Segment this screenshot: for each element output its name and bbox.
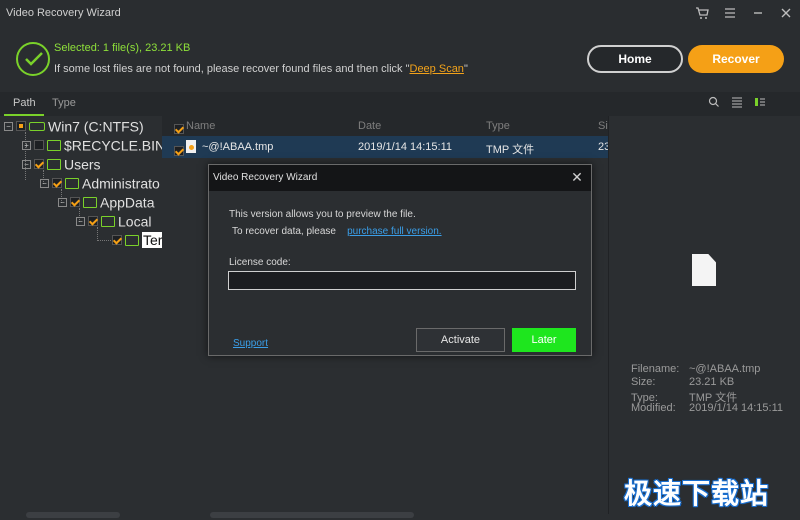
view-tabs-bar: Path Type (0, 92, 800, 116)
column-date[interactable]: Date (358, 120, 381, 132)
window-title: Video Recovery Wizard (6, 7, 121, 19)
watermark-text: 极速下载站 (624, 477, 770, 510)
close-icon[interactable] (778, 6, 794, 22)
tree-checkbox[interactable] (88, 216, 98, 227)
later-button[interactable]: Later (512, 328, 576, 352)
recover-button[interactable]: Recover (688, 45, 784, 73)
tree-checkbox[interactable] (34, 159, 44, 170)
tree-item-label: $RECYCLE.BIN (64, 137, 162, 154)
tree-item-temp[interactable]: Ter (112, 231, 162, 249)
recover-notice: To recover data, please purchase full ve… (232, 226, 442, 237)
tree-item-administrator[interactable]: − Administrato (40, 174, 160, 192)
tree-item-drive[interactable]: − Win7 (C:NTFS) (4, 117, 144, 135)
expand-icon[interactable]: + (22, 140, 31, 150)
support-link[interactable]: Support (233, 338, 268, 349)
tree-checkbox[interactable] (52, 178, 62, 189)
meta-size: Size: 23.21 KB (631, 376, 735, 388)
collapse-icon[interactable]: − (58, 197, 67, 207)
tree-checkbox[interactable] (70, 197, 80, 208)
collapse-icon[interactable]: − (76, 216, 85, 226)
minimize-icon[interactable] (750, 6, 766, 22)
select-all-checkbox[interactable] (174, 124, 184, 134)
cell-date: 2019/1/14 14:15:11 (358, 141, 452, 153)
tree-checkbox[interactable] (34, 140, 44, 151)
meta-modified: Modified: 2019/1/14 14:15:11 (631, 402, 783, 414)
preview-panel: Filename: ~@!ABAA.tmp Size: 23.21 KB Type:… (608, 116, 800, 514)
drive-icon (29, 121, 45, 131)
menu-icon[interactable] (722, 6, 738, 22)
folder-tree: − Win7 (C:NTFS) + $RECYCLE.BIN − Users − Adm… (0, 116, 162, 514)
tree-item-label: Local (118, 213, 152, 230)
folder-icon (83, 196, 97, 208)
tree-checkbox[interactable] (16, 121, 26, 132)
tree-checkbox[interactable] (112, 235, 122, 246)
file-preview-icon (692, 254, 716, 286)
tree-item-label: Administrato (82, 175, 160, 192)
tab-type[interactable]: Type (52, 97, 76, 109)
detail-view-icon[interactable] (753, 96, 767, 110)
meta-filename: Filename: ~@!ABAA.tmp (631, 363, 761, 375)
hint-suffix: " (463, 63, 468, 75)
title-bar: Video Recovery Wizard (0, 0, 800, 28)
dialog-title-bar: Video Recovery Wizard ✕ (209, 165, 591, 191)
recover-notice-text: To recover data, please (232, 226, 336, 237)
tree-scrollbar[interactable] (26, 512, 120, 518)
license-code-input[interactable] (228, 271, 576, 290)
tree-item-label: AppData (100, 194, 155, 211)
folder-icon (65, 177, 79, 189)
folder-icon (47, 139, 61, 151)
list-scrollbar[interactable] (210, 512, 414, 518)
tree-item-local[interactable]: − Local (76, 212, 151, 230)
column-size[interactable]: Si (598, 120, 608, 132)
list-view-icon[interactable] (730, 96, 744, 110)
column-type[interactable]: Type (486, 120, 510, 132)
selection-summary: Selected: 1 file(s), 23.21 KB (54, 42, 191, 54)
cart-icon[interactable] (694, 6, 710, 22)
deep-scan-hint: If some lost files are not found, please… (54, 63, 468, 75)
tree-item-label: Win7 (C:NTFS) (48, 118, 144, 135)
folder-icon (125, 234, 139, 246)
list-header: Name Date Type Si (162, 116, 608, 136)
tree-item-recycle-bin[interactable]: + $RECYCLE.BIN (22, 136, 162, 154)
column-name[interactable]: Name (186, 120, 215, 132)
folder-icon (47, 158, 61, 170)
home-button[interactable]: Home (587, 45, 683, 73)
dialog-title: Video Recovery Wizard (213, 172, 318, 183)
table-row[interactable]: ~@!ABAA.tmp 2019/1/14 14:15:11 TMP 文件 23 (162, 136, 610, 158)
tree-item-label: Users (64, 156, 101, 173)
tab-path[interactable]: Path (13, 97, 36, 109)
tmp-file-icon (186, 140, 196, 153)
tree-item-appdata[interactable]: − AppData (58, 193, 154, 211)
dialog-close-icon[interactable]: ✕ (569, 169, 585, 185)
tree-item-label: Ter (142, 232, 162, 249)
license-label: License code: (229, 257, 291, 268)
collapse-icon[interactable]: − (4, 121, 13, 131)
success-check-icon (16, 42, 50, 76)
status-header: Selected: 1 file(s), 23.21 KB If some lo… (0, 28, 800, 92)
hint-prefix: If some lost files are not found, please… (54, 63, 410, 75)
folder-icon (101, 215, 115, 227)
cell-name: ~@!ABAA.tmp (202, 141, 274, 153)
preview-notice: This version allows you to preview the f… (229, 209, 416, 220)
purchase-link[interactable]: purchase full version. (347, 226, 442, 237)
row-checkbox[interactable] (174, 146, 184, 156)
tree-item-users[interactable]: − Users (22, 155, 101, 173)
deep-scan-link[interactable]: Deep Scan (410, 63, 464, 75)
collapse-icon[interactable]: − (40, 178, 49, 188)
activate-button[interactable]: Activate (416, 328, 505, 352)
cell-type: TMP 文件 (486, 144, 535, 156)
collapse-icon[interactable]: − (22, 159, 31, 169)
license-dialog: Video Recovery Wizard ✕ This version all… (208, 164, 592, 356)
search-icon[interactable] (707, 96, 721, 110)
